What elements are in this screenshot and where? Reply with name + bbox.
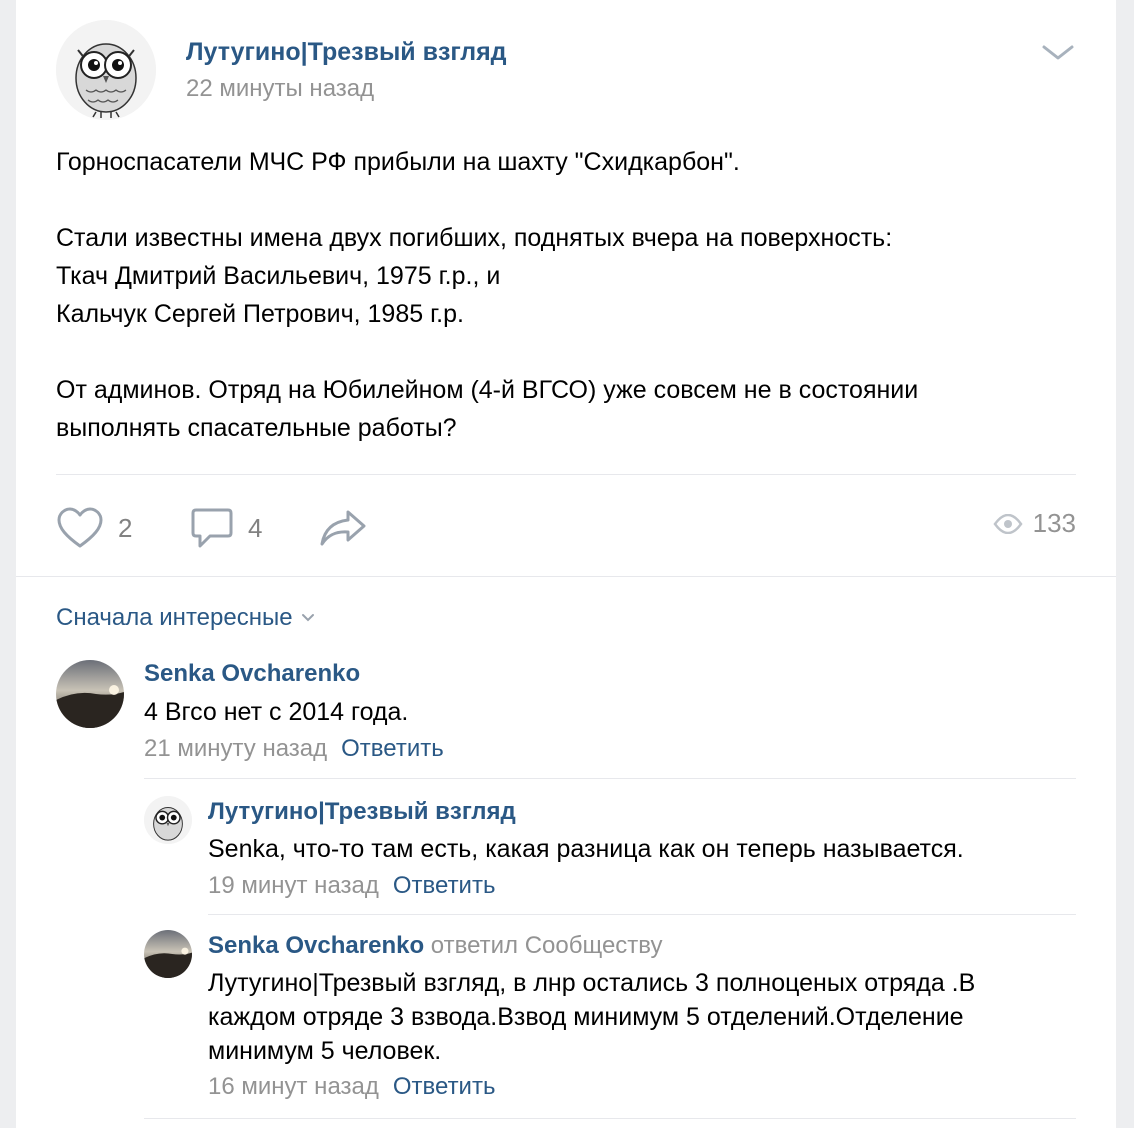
comment-meta: 21 минуту назад Ответить	[144, 735, 444, 763]
like-count: 2	[118, 512, 133, 543]
post-line: Горноспасатели МЧС РФ прибыли на шахту "…	[56, 148, 740, 176]
reply-button[interactable]: Ответить	[393, 1073, 496, 1100]
heart-icon	[57, 507, 103, 548]
comment-button[interactable]: 4	[190, 506, 262, 550]
comment-text: Лутугино|Трезвый взгляд, в лнр остались …	[208, 966, 1088, 1068]
eye-icon	[993, 513, 1023, 534]
avatar[interactable]	[56, 660, 124, 728]
post-paragraph: Горноспасатели МЧС РФ прибыли на шахту "…	[56, 143, 1086, 181]
comment-date[interactable]: 16 минут назад	[208, 1073, 379, 1100]
comment-text: 4 Вгсо нет с 2014 года.	[144, 698, 409, 726]
chevron-down-icon[interactable]	[1041, 42, 1075, 62]
post-divider	[56, 474, 1076, 475]
comments-sort[interactable]: Сначала интересные	[56, 604, 315, 632]
comments-sort-label: Сначала интересные	[56, 604, 293, 631]
post-line: выполнять спасательные работы?	[56, 414, 457, 442]
owl-icon	[56, 20, 156, 120]
chevron-down-icon	[301, 614, 314, 622]
post-header: Лутугино|Трезвый взгляд 22 минуты назад	[56, 20, 1076, 120]
post-card: Лутугино|Трезвый взгляд 22 минуты назад …	[16, 0, 1116, 1128]
avatar[interactable]	[144, 930, 192, 978]
comment-divider	[144, 778, 1076, 779]
comment-date[interactable]: 21 минуту назад	[144, 735, 327, 762]
avatar[interactable]	[144, 796, 192, 844]
comment-line: Лутугино|Трезвый взгляд, в лнр остались …	[208, 969, 976, 997]
comment-meta: 16 минут назад Ответить	[208, 1073, 495, 1101]
reply-button[interactable]: Ответить	[341, 735, 444, 762]
post-line: Кальчук Сергей Петрович, 1985 г.р.	[56, 300, 464, 328]
post-line: Ткач Дмитрий Васильевич, 1975 г.р., и	[56, 262, 501, 290]
comment-line: каждом отряде 3 взвода.Взвод минимум 5 о…	[208, 1003, 964, 1031]
comment-date[interactable]: 19 минут назад	[208, 872, 379, 899]
views: 133	[993, 508, 1076, 539]
comment-author[interactable]: Senka Ovcharenko	[144, 660, 360, 688]
post-paragraph: Стали известны имена двух погибших, подн…	[56, 219, 1086, 333]
comments-divider	[16, 576, 1116, 577]
share-button[interactable]	[318, 506, 368, 550]
post-actions: 2 4 133	[56, 500, 1076, 555]
landscape-avatar-icon	[144, 930, 192, 978]
comment-text: Senka, что-то там есть, какая разница ка…	[208, 835, 964, 863]
post-paragraph: От админов. Отряд на Юбилейном (4-й ВГСО…	[56, 371, 1086, 447]
views-count: 133	[1032, 508, 1076, 538]
comment-divider	[208, 914, 1076, 915]
reply-button[interactable]: Ответить	[393, 872, 496, 899]
comment-author: Senka Ovcharenko ответил Сообществу	[208, 932, 663, 960]
post-text: Горноспасатели МЧС РФ прибыли на шахту "…	[56, 143, 1086, 447]
community-avatar[interactable]	[56, 20, 156, 120]
post-line: Стали известны имена двух погибших, подн…	[56, 224, 893, 252]
comment-meta: 19 минут назад Ответить	[208, 872, 495, 900]
post-line: От админов. Отряд на Юбилейном (4-й ВГСО…	[56, 376, 919, 404]
comment-divider	[144, 1118, 1076, 1119]
post-owner-name[interactable]: Лутугино|Трезвый взгляд	[186, 38, 507, 67]
owl-icon	[144, 796, 192, 844]
comment-line: минимум 5 человек.	[208, 1037, 442, 1065]
comment-count: 4	[248, 512, 263, 543]
post-time[interactable]: 22 минуты назад	[186, 75, 374, 103]
share-icon	[320, 510, 366, 546]
comment-author[interactable]: Лутугино|Трезвый взгляд	[208, 798, 516, 826]
comment-author-name[interactable]: Senka Ovcharenko	[208, 932, 424, 959]
like-button[interactable]: 2	[56, 506, 132, 550]
reply-to-label[interactable]: ответил Сообществу	[431, 932, 663, 959]
comment-icon	[191, 508, 233, 548]
landscape-avatar-icon	[56, 660, 124, 728]
